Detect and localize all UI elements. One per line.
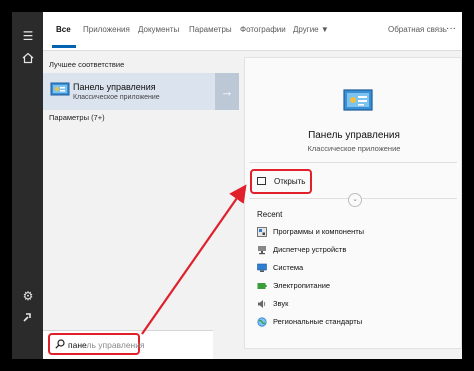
tab-apps[interactable]: Приложения bbox=[83, 25, 130, 34]
best-match-subtitle: Классическое приложение bbox=[73, 94, 160, 101]
tab-feedback[interactable]: Обратная связь bbox=[388, 25, 447, 34]
search-icon bbox=[55, 339, 65, 349]
search-autocomplete-text: ль управления bbox=[86, 340, 145, 350]
results-pane: Лучшее соответствие Панель управления Кл… bbox=[43, 51, 239, 359]
search-input[interactable]: панель управления bbox=[48, 333, 145, 355]
expand-arrow-icon[interactable]: → bbox=[215, 73, 239, 110]
search-query: панель управления bbox=[68, 340, 145, 350]
best-match-header: Лучшее соответствие bbox=[49, 60, 125, 69]
preview-pane: Панель управления Классическое приложени… bbox=[244, 57, 462, 349]
start-rail: ☰ ⚙ bbox=[12, 12, 43, 359]
recent-item-label: Звук bbox=[273, 299, 289, 308]
recent-header: Recent bbox=[257, 210, 283, 219]
search-bar: панель управления bbox=[43, 330, 213, 359]
control-panel-icon bbox=[50, 82, 70, 96]
user-icon[interactable] bbox=[20, 310, 36, 326]
settings-gear-icon[interactable]: ⚙ bbox=[20, 288, 36, 304]
best-match-title: Панель управления bbox=[73, 82, 156, 92]
tab-photos[interactable]: Фотографии bbox=[240, 25, 286, 34]
settings-results-header[interactable]: Параметры (7+) bbox=[49, 113, 105, 122]
preview-title: Панель управления bbox=[308, 130, 400, 141]
recent-item-label: Система bbox=[273, 263, 304, 272]
system-icon bbox=[257, 263, 267, 272]
search-main: Все Приложения Документы Параметры Фотог… bbox=[43, 12, 462, 359]
open-button[interactable]: Открыть bbox=[250, 169, 312, 194]
chevron-down-icon[interactable]: ⌄ bbox=[348, 193, 362, 207]
best-match-item[interactable]: Панель управления Классическое приложени… bbox=[43, 73, 215, 110]
recent-item-label: Диспетчер устройств bbox=[273, 245, 347, 254]
recent-item-label: Региональные стандарты bbox=[273, 317, 363, 326]
region-icon bbox=[257, 317, 267, 327]
start-search-window: ☰ ⚙ Все Приложения Документы Параметры Ф… bbox=[12, 12, 462, 359]
active-tab-indicator bbox=[52, 45, 76, 48]
recent-item-label: Программы и компоненты bbox=[273, 227, 365, 236]
programs-icon bbox=[257, 227, 267, 237]
filter-tabs: Все Приложения Документы Параметры Фотог… bbox=[43, 12, 462, 51]
hamburger-menu-icon[interactable]: ☰ bbox=[20, 28, 36, 44]
home-icon[interactable] bbox=[20, 52, 36, 68]
open-label: Открыть bbox=[274, 177, 306, 186]
divider bbox=[249, 162, 457, 163]
search-typed-text: пане bbox=[68, 340, 87, 350]
recent-item-label: Электропитание bbox=[273, 281, 331, 290]
control-panel-large-icon bbox=[343, 89, 373, 111]
device-manager-icon bbox=[258, 246, 266, 255]
sound-icon bbox=[258, 300, 266, 308]
more-options-icon[interactable]: ··· bbox=[446, 23, 456, 34]
open-window-icon bbox=[257, 177, 266, 185]
tab-settings[interactable]: Параметры bbox=[189, 25, 232, 34]
tab-more[interactable]: Другие ▼ bbox=[293, 25, 329, 34]
power-icon bbox=[257, 283, 267, 289]
best-match-result[interactable]: Панель управления Классическое приложени… bbox=[43, 73, 239, 110]
tab-all[interactable]: Все bbox=[56, 25, 71, 34]
preview-subtitle: Классическое приложение bbox=[307, 144, 401, 153]
tab-documents[interactable]: Документы bbox=[138, 25, 179, 34]
